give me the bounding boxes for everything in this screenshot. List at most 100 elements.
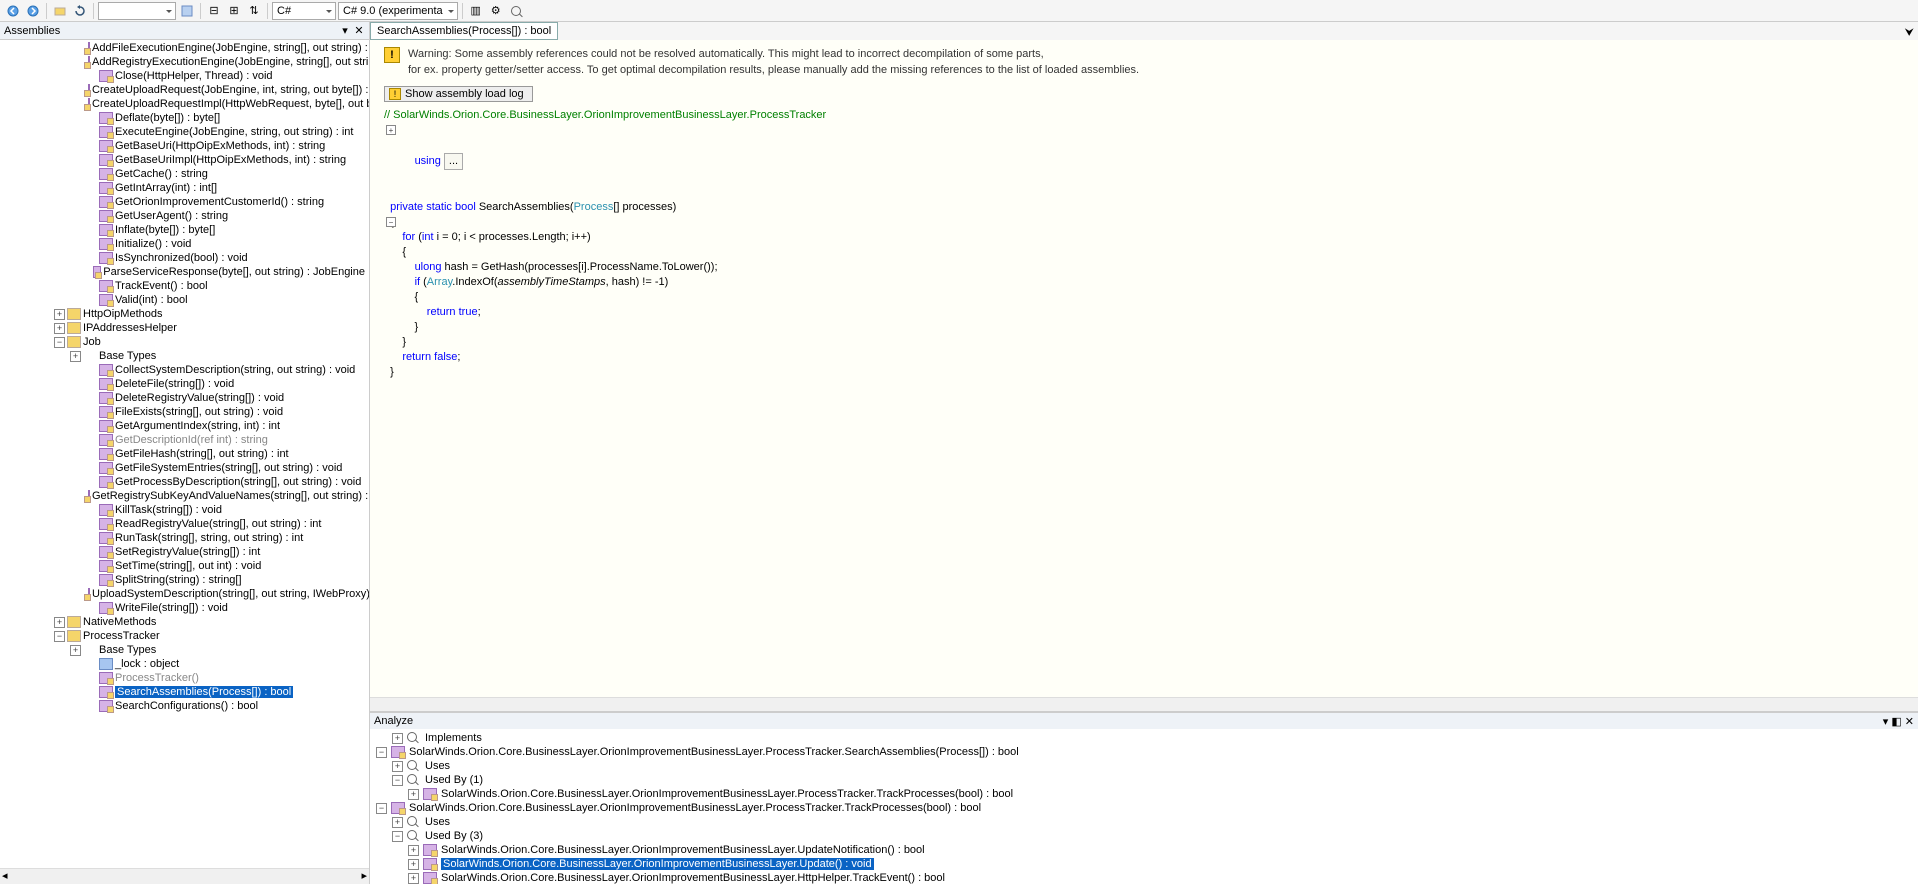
tree-expander-icon[interactable]: +	[54, 309, 65, 320]
tree-item[interactable]: Initialize() : void	[2, 237, 369, 251]
tab-overflow-icon[interactable]: ⮟	[1901, 27, 1918, 40]
tree-item[interactable]: CreateUploadRequest(JobEngine, int, stri…	[2, 83, 369, 97]
tree-item[interactable]: GetBaseUri(HttpOipExMethods, int) : stri…	[2, 139, 369, 153]
tree-item[interactable]: SetRegistryValue(string[]) : int	[2, 545, 369, 559]
nav-forward-button[interactable]	[24, 2, 42, 20]
tree-item[interactable]: GetOrionImprovementCustomerId() : string	[2, 195, 369, 209]
language-version-combo[interactable]: C# 9.0 (experimenta	[338, 2, 458, 20]
code-editor[interactable]: ! Warning: Some assembly references coul…	[370, 40, 1918, 697]
tree-item[interactable]: DeleteRegistryValue(string[]) : void	[2, 391, 369, 405]
tree-item[interactable]: UploadSystemDescription(string[], out st…	[2, 587, 369, 601]
tree-expander-icon[interactable]: +	[70, 645, 81, 656]
tree-item[interactable]: TrackEvent() : bool	[2, 279, 369, 293]
analyze-item[interactable]: +Uses	[370, 815, 1918, 829]
tree-item[interactable]: GetBaseUriImpl(HttpOipExMethods, int) : …	[2, 153, 369, 167]
tree-item[interactable]: ParseServiceResponse(byte[], out string)…	[2, 265, 369, 279]
tree-item[interactable]: _lock : object	[2, 657, 369, 671]
tree-item[interactable]: Deflate(byte[]) : byte[]	[2, 111, 369, 125]
sort-button[interactable]: ⇅	[245, 2, 263, 20]
tree-item[interactable]: CreateUploadRequestImpl(HttpWebRequest, …	[2, 97, 369, 111]
analyze-tree[interactable]: +Implements−SolarWinds.Orion.Core.Busine…	[370, 729, 1918, 884]
tree-item[interactable]: ExecuteEngine(JobEngine, string, out str…	[2, 125, 369, 139]
tree-item[interactable]: SearchAssemblies(Process[]) : bool	[2, 685, 369, 699]
fold-toggle-icon[interactable]: +	[386, 125, 396, 135]
analyze-item[interactable]: +SolarWinds.Orion.Core.BusinessLayer.Ori…	[370, 871, 1918, 884]
tree-item[interactable]: GetIntArray(int) : int[]	[2, 181, 369, 195]
tree-expander-icon[interactable]: −	[376, 747, 387, 758]
tree-item[interactable]: GetCache() : string	[2, 167, 369, 181]
tree-item[interactable]: +Base Types	[2, 349, 369, 363]
code-tab[interactable]: SearchAssemblies(Process[]) : bool	[370, 22, 558, 40]
tree-item[interactable]: Close(HttpHelper, Thread) : void	[2, 69, 369, 83]
tree-item[interactable]: FileExists(string[], out string) : void	[2, 405, 369, 419]
open-history-combo[interactable]	[98, 2, 176, 20]
tree-item[interactable]: Inflate(byte[]) : byte[]	[2, 223, 369, 237]
analyze-item[interactable]: +SolarWinds.Orion.Core.BusinessLayer.Ori…	[370, 857, 1918, 871]
tree-item[interactable]: DeleteFile(string[]) : void	[2, 377, 369, 391]
tree-item[interactable]: +NativeMethods	[2, 615, 369, 629]
tree-item[interactable]: −ProcessTracker	[2, 629, 369, 643]
analyze-item[interactable]: +Uses	[370, 759, 1918, 773]
save-button[interactable]	[178, 2, 196, 20]
analyze-item[interactable]: +Implements	[370, 731, 1918, 745]
tree-item[interactable]: GetArgumentIndex(string, int) : int	[2, 419, 369, 433]
tree-item[interactable]: GetRegistrySubKeyAndValueNames(string[],…	[2, 489, 369, 503]
tree-item[interactable]: GetProcessByDescription(string[], out st…	[2, 475, 369, 489]
tree-item[interactable]: WriteFile(string[]) : void	[2, 601, 369, 615]
toggle-panel-button[interactable]: ▥	[467, 2, 485, 20]
tree-item[interactable]: GetFileSystemEntries(string[], out strin…	[2, 461, 369, 475]
tree-expander-icon[interactable]: +	[408, 789, 419, 800]
tree-expander-icon[interactable]: +	[392, 761, 403, 772]
tree-expander-icon[interactable]: +	[70, 351, 81, 362]
tree-item[interactable]: GetDescriptionId(ref int) : string	[2, 433, 369, 447]
expand-button[interactable]: ⊞	[225, 2, 243, 20]
tree-item[interactable]: AddRegistryExecutionEngine(JobEngine, st…	[2, 55, 369, 69]
using-collapsed[interactable]: ...	[444, 153, 463, 170]
tree-item[interactable]: +IPAddressesHelper	[2, 321, 369, 335]
fold-toggle-icon[interactable]: −	[386, 217, 396, 227]
pane-pin-icon[interactable]: ◧	[1891, 716, 1901, 728]
tree-item[interactable]: Valid(int) : bool	[2, 293, 369, 307]
open-button[interactable]	[51, 2, 69, 20]
tree-expander-icon[interactable]: −	[392, 775, 403, 786]
search-button[interactable]	[507, 2, 525, 20]
tree-expander-icon[interactable]: +	[408, 873, 419, 884]
analyze-item[interactable]: +SolarWinds.Orion.Core.BusinessLayer.Ori…	[370, 843, 1918, 857]
tree-item[interactable]: GetUserAgent() : string	[2, 209, 369, 223]
tree-item[interactable]: GetFileHash(string[], out string) : int	[2, 447, 369, 461]
tree-expander-icon[interactable]: +	[392, 733, 403, 744]
nav-back-button[interactable]	[4, 2, 22, 20]
tree-expander-icon[interactable]: +	[54, 617, 65, 628]
tree-item[interactable]: KillTask(string[]) : void	[2, 503, 369, 517]
pane-close-icon[interactable]: ✕	[353, 25, 365, 37]
tree-item[interactable]: IsSynchronized(bool) : void	[2, 251, 369, 265]
tree-item[interactable]: CollectSystemDescription(string, out str…	[2, 363, 369, 377]
tree-item[interactable]: +HttpOipMethods	[2, 307, 369, 321]
tree-item[interactable]: SetTime(string[], out int) : void	[2, 559, 369, 573]
tree-expander-icon[interactable]: +	[392, 817, 403, 828]
tree-item[interactable]: −Job	[2, 335, 369, 349]
tree-item[interactable]: RunTask(string[], string, out string) : …	[2, 531, 369, 545]
collapse-button[interactable]: ⊟	[205, 2, 223, 20]
refresh-button[interactable]	[71, 2, 89, 20]
analyze-item[interactable]: −SolarWinds.Orion.Core.BusinessLayer.Ori…	[370, 745, 1918, 759]
tree-expander-icon[interactable]: −	[54, 631, 65, 642]
settings-button[interactable]: ⚙	[487, 2, 505, 20]
tree-item[interactable]: +Base Types	[2, 643, 369, 657]
tree-expander-icon[interactable]: −	[376, 803, 387, 814]
code-horizontal-scrollbar[interactable]	[370, 697, 1918, 711]
pane-close-icon[interactable]: ✕	[1905, 716, 1914, 728]
tree-item[interactable]: AddFileExecutionEngine(JobEngine, string…	[2, 41, 369, 55]
tree-horizontal-scrollbar[interactable]: ◂▸	[0, 868, 369, 884]
tree-item[interactable]: SplitString(string) : string[]	[2, 573, 369, 587]
pane-menu-icon[interactable]: ▾	[339, 25, 351, 37]
analyze-item[interactable]: +SolarWinds.Orion.Core.BusinessLayer.Ori…	[370, 787, 1918, 801]
analyze-item[interactable]: −Used By (1)	[370, 773, 1918, 787]
analyze-item[interactable]: −Used By (3)	[370, 829, 1918, 843]
tree-expander-icon[interactable]: +	[54, 323, 65, 334]
pane-menu-icon[interactable]: ▾	[1883, 716, 1889, 728]
assemblies-tree[interactable]: AddFileExecutionEngine(JobEngine, string…	[0, 40, 369, 868]
show-assembly-load-log-button[interactable]: !Show assembly load log	[384, 86, 533, 102]
tree-expander-icon[interactable]: +	[408, 845, 419, 856]
analyze-item[interactable]: −SolarWinds.Orion.Core.BusinessLayer.Ori…	[370, 801, 1918, 815]
